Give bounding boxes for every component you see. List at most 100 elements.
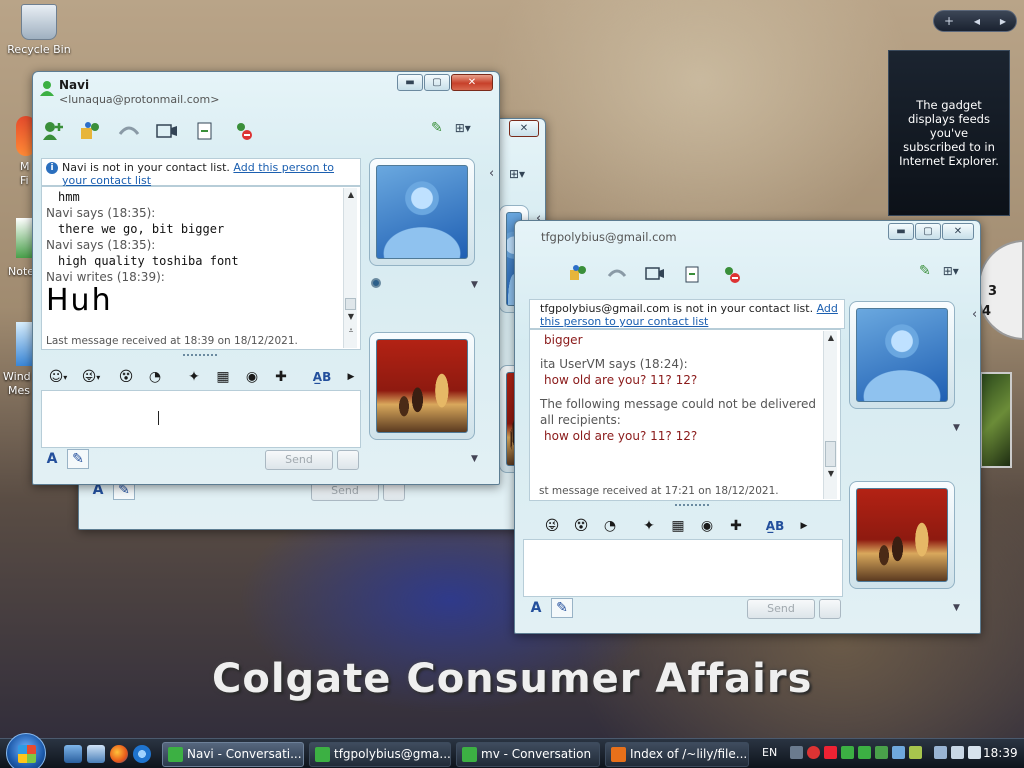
taskbar-button[interactable]: Navi - Conversati...	[162, 742, 304, 767]
share-folders-icon[interactable]	[565, 262, 593, 286]
sound-icon[interactable]: ◉	[241, 367, 263, 387]
network-icon[interactable]	[934, 746, 947, 759]
more-menu-icon[interactable]: ⊞▾	[455, 121, 471, 135]
puzzle-icon[interactable]: ✚	[725, 516, 747, 536]
handwriting-button[interactable]: ✎	[67, 449, 89, 469]
contact-picture-frame[interactable]	[369, 158, 475, 266]
nudge-icon[interactable]: 😵	[570, 516, 592, 536]
tray-app-icon[interactable]	[892, 746, 905, 759]
conversation-history[interactable]: hmm Navi says (18:35): there we go, bit bi…	[41, 186, 361, 350]
slideshow-gadget[interactable]	[980, 372, 1012, 468]
paint-brush-icon[interactable]: ✎	[431, 120, 443, 136]
taskbar-button[interactable]: tfgpolybius@gma...	[309, 742, 451, 767]
block-icon[interactable]	[717, 262, 745, 286]
chevron-down-icon[interactable]: ▼	[471, 280, 478, 290]
scroll-thumb[interactable]	[345, 298, 356, 310]
background-icon[interactable]: ▦	[667, 516, 689, 536]
tray-app-icon[interactable]	[875, 746, 888, 759]
chevron-down-icon[interactable]: ▼	[471, 454, 478, 464]
my-picture-frame[interactable]	[369, 332, 475, 440]
paint-brush-icon[interactable]: ✎	[919, 263, 931, 279]
games-icon[interactable]: ✦	[638, 516, 660, 536]
wink-emoticon-icon[interactable]: 😜	[541, 516, 563, 536]
conversation-scrollbar[interactable]: ▲ ▼ ⩡	[343, 188, 357, 348]
voice-clip-icon[interactable]: ◔	[599, 516, 621, 536]
puzzle-icon[interactable]: ✚	[270, 367, 292, 387]
taskbar-button[interactable]: Index of /~lily/file...	[605, 742, 749, 767]
tray-arrow-icon[interactable]	[790, 746, 803, 759]
sound-icon[interactable]: ◉	[696, 516, 718, 536]
tray-alert-icon[interactable]	[807, 746, 820, 759]
webcam-icon[interactable]	[371, 278, 381, 288]
call-icon[interactable]	[115, 119, 143, 143]
maximize-button[interactable]: ▢	[424, 74, 450, 91]
conversation-scrollbar[interactable]: ▲ ▼	[823, 331, 837, 499]
scroll-down-arrow[interactable]: ▼	[824, 467, 838, 481]
close-button[interactable]: ✕	[451, 74, 493, 91]
font-style-icon[interactable]: A̲B	[311, 367, 333, 387]
send-button[interactable]: Send	[747, 599, 815, 619]
contact-picture-frame[interactable]	[849, 301, 955, 409]
clock-gadget[interactable]: 3 4	[978, 240, 1024, 340]
more-arrow-icon[interactable]: ▶	[340, 367, 362, 387]
search-button[interactable]	[819, 599, 841, 619]
tray-status-icon[interactable]	[824, 746, 837, 759]
start-button[interactable]	[6, 733, 46, 768]
resize-grip[interactable]	[675, 504, 709, 507]
title-bar[interactable]: Navi <lunaqua@protonmail.com> ▬ ▢ ✕	[33, 72, 499, 106]
firefox-icon[interactable]	[110, 745, 128, 763]
my-picture-frame[interactable]	[849, 481, 955, 589]
video-icon[interactable]	[641, 262, 669, 286]
tray-messenger-icon[interactable]	[841, 746, 854, 759]
taskbar-clock[interactable]: 18:39	[983, 746, 1018, 760]
wink-emoticon-icon[interactable]: 😜 ▾	[80, 367, 102, 387]
volume-icon[interactable]	[968, 746, 981, 759]
search-button[interactable]	[337, 450, 359, 470]
close-button[interactable]: ✕	[942, 223, 974, 240]
close-button[interactable]: ✕	[509, 120, 539, 137]
collapse-arrow-icon[interactable]: ‹	[972, 307, 977, 322]
send-file-icon[interactable]	[679, 262, 707, 286]
games-icon[interactable]: ✦	[183, 367, 205, 387]
more-arrow-icon[interactable]: ▶	[793, 516, 815, 536]
scroll-down-arrow[interactable]: ▼	[344, 310, 358, 324]
switch-windows-icon[interactable]	[87, 745, 105, 763]
more-menu-icon[interactable]: ⊞▾	[943, 264, 959, 278]
scroll-thumb[interactable]	[825, 441, 836, 467]
minimize-button[interactable]: ▬	[397, 74, 423, 91]
scroll-up-arrow[interactable]: ▲	[344, 188, 358, 202]
internet-explorer-icon[interactable]	[133, 745, 151, 763]
block-icon[interactable]	[229, 119, 257, 143]
scroll-end-arrow[interactable]: ⩡	[344, 324, 358, 338]
resize-grip[interactable]	[183, 354, 217, 357]
taskbar-button[interactable]: mv - Conversation	[456, 742, 600, 767]
conversation-window-navi[interactable]: Navi <lunaqua@protonmail.com> ▬ ▢ ✕ ✎ ⊞▾	[32, 71, 500, 485]
call-icon[interactable]	[603, 262, 631, 286]
sound-icon[interactable]	[951, 746, 964, 759]
scroll-up-arrow[interactable]: ▲	[824, 331, 838, 345]
prev-page-button[interactable]: ◀	[974, 17, 980, 26]
send-button[interactable]: Send	[265, 450, 333, 470]
chevron-down-icon[interactable]: ▼	[953, 603, 960, 613]
next-page-button[interactable]: ▶	[1000, 17, 1006, 26]
maximize-button[interactable]: ▢	[915, 223, 941, 240]
emoticon-icon[interactable]: ☺ ▾	[47, 367, 69, 387]
more-menu-icon[interactable]: ⊞▾	[509, 167, 525, 181]
message-input[interactable]	[523, 539, 843, 597]
handwriting-button[interactable]: ✎	[551, 598, 573, 618]
minimize-button[interactable]: ▬	[888, 223, 914, 240]
conversation-history[interactable]: bigger ita UserVM says (18:24): how old ar…	[529, 329, 841, 501]
font-button[interactable]: A	[41, 449, 63, 469]
feed-gadget[interactable]: The gadget displays feeds you've subscri…	[888, 50, 1010, 216]
background-icon[interactable]: ▦	[212, 367, 234, 387]
collapse-arrow-icon[interactable]: ‹	[489, 166, 494, 181]
tray-messenger-icon[interactable]	[858, 746, 871, 759]
share-folders-icon[interactable]	[77, 119, 105, 143]
font-style-icon[interactable]: A̲B	[764, 516, 786, 536]
video-icon[interactable]	[153, 119, 181, 143]
language-indicator[interactable]: EN	[762, 746, 777, 759]
add-gadget-button[interactable]: +	[944, 14, 954, 28]
font-button[interactable]: A	[525, 598, 547, 618]
recycle-bin-icon[interactable]: Recycle Bin	[0, 4, 78, 56]
tray-app-icon[interactable]	[909, 746, 922, 759]
